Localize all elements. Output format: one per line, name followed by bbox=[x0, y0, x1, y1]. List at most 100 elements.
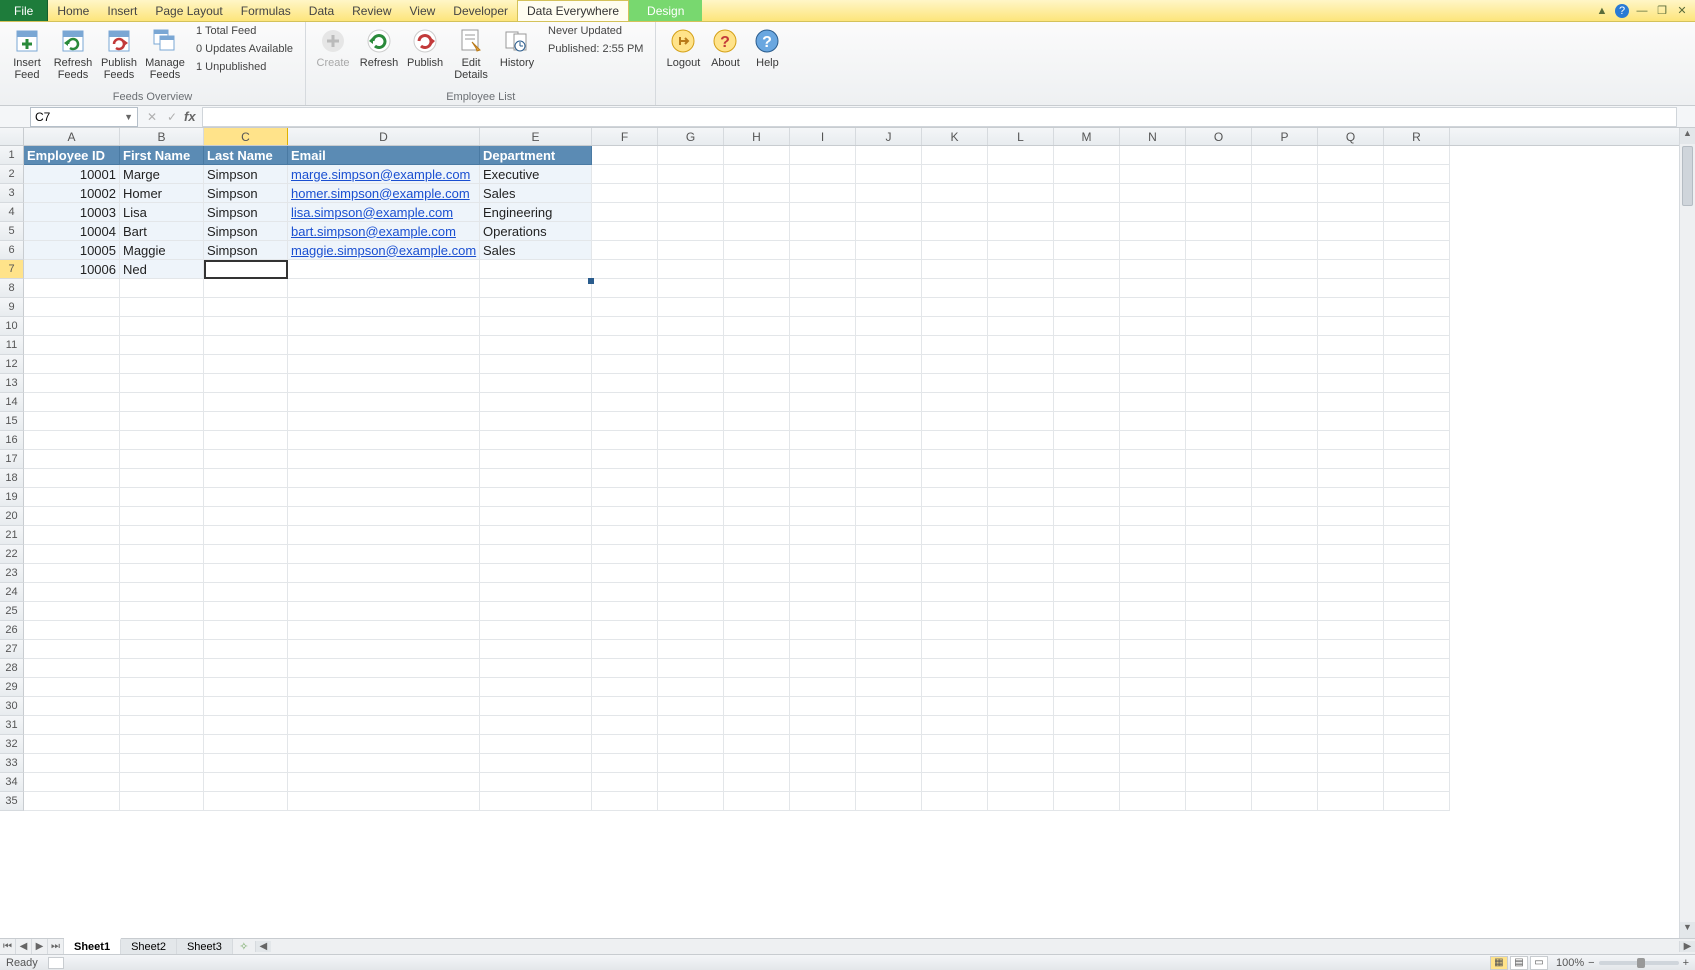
cell-N22[interactable] bbox=[1120, 545, 1186, 564]
cell-D21[interactable] bbox=[288, 526, 480, 545]
about-button[interactable]: ? About bbox=[704, 25, 746, 69]
cell-G4[interactable] bbox=[658, 203, 724, 222]
cell-G20[interactable] bbox=[658, 507, 724, 526]
cell-M32[interactable] bbox=[1054, 735, 1120, 754]
cell-L28[interactable] bbox=[988, 659, 1054, 678]
zoom-in-icon[interactable]: + bbox=[1683, 957, 1689, 969]
column-header-I[interactable]: I bbox=[790, 128, 856, 145]
cell-B6[interactable]: Maggie bbox=[120, 241, 204, 260]
cell-I31[interactable] bbox=[790, 716, 856, 735]
cell-A21[interactable] bbox=[24, 526, 120, 545]
row-header-12[interactable]: 12 bbox=[0, 355, 24, 374]
cell-J4[interactable] bbox=[856, 203, 922, 222]
cell-R19[interactable] bbox=[1384, 488, 1450, 507]
cell-C17[interactable] bbox=[204, 450, 288, 469]
cell-Q5[interactable] bbox=[1318, 222, 1384, 241]
cell-D30[interactable] bbox=[288, 697, 480, 716]
cell-N29[interactable] bbox=[1120, 678, 1186, 697]
cell-C32[interactable] bbox=[204, 735, 288, 754]
cell-L9[interactable] bbox=[988, 298, 1054, 317]
tab-view[interactable]: View bbox=[401, 0, 445, 21]
cell-N25[interactable] bbox=[1120, 602, 1186, 621]
cell-Q29[interactable] bbox=[1318, 678, 1384, 697]
cell-B31[interactable] bbox=[120, 716, 204, 735]
cell-I29[interactable] bbox=[790, 678, 856, 697]
cell-H21[interactable] bbox=[724, 526, 790, 545]
cell-I28[interactable] bbox=[790, 659, 856, 678]
cell-C23[interactable] bbox=[204, 564, 288, 583]
cell-A1[interactable]: Employee ID bbox=[24, 146, 120, 165]
cell-Q27[interactable] bbox=[1318, 640, 1384, 659]
cell-B35[interactable] bbox=[120, 792, 204, 811]
cell-L32[interactable] bbox=[988, 735, 1054, 754]
column-header-A[interactable]: A bbox=[24, 128, 120, 145]
cell-D26[interactable] bbox=[288, 621, 480, 640]
cell-B32[interactable] bbox=[120, 735, 204, 754]
cell-L16[interactable] bbox=[988, 431, 1054, 450]
cell-L20[interactable] bbox=[988, 507, 1054, 526]
cell-D12[interactable] bbox=[288, 355, 480, 374]
cell-J6[interactable] bbox=[856, 241, 922, 260]
cell-I25[interactable] bbox=[790, 602, 856, 621]
cell-Q15[interactable] bbox=[1318, 412, 1384, 431]
cell-R7[interactable] bbox=[1384, 260, 1450, 279]
cell-N34[interactable] bbox=[1120, 773, 1186, 792]
cell-B25[interactable] bbox=[120, 602, 204, 621]
cell-B18[interactable] bbox=[120, 469, 204, 488]
cell-Q13[interactable] bbox=[1318, 374, 1384, 393]
cell-C1[interactable]: Last Name bbox=[204, 146, 288, 165]
cell-E20[interactable] bbox=[480, 507, 592, 526]
cell-B2[interactable]: Marge bbox=[120, 165, 204, 184]
row-header-15[interactable]: 15 bbox=[0, 412, 24, 431]
cell-B30[interactable] bbox=[120, 697, 204, 716]
cell-D22[interactable] bbox=[288, 545, 480, 564]
cell-J27[interactable] bbox=[856, 640, 922, 659]
cell-K9[interactable] bbox=[922, 298, 988, 317]
zoom-level[interactable]: 100% bbox=[1556, 957, 1584, 969]
cell-C10[interactable] bbox=[204, 317, 288, 336]
cell-R10[interactable] bbox=[1384, 317, 1450, 336]
cell-A3[interactable]: 10002 bbox=[24, 184, 120, 203]
cell-E19[interactable] bbox=[480, 488, 592, 507]
cell-D25[interactable] bbox=[288, 602, 480, 621]
cell-D6[interactable]: maggie.simpson@example.com bbox=[288, 241, 480, 260]
cell-B19[interactable] bbox=[120, 488, 204, 507]
cell-P22[interactable] bbox=[1252, 545, 1318, 564]
cell-C19[interactable] bbox=[204, 488, 288, 507]
cell-J26[interactable] bbox=[856, 621, 922, 640]
cell-R4[interactable] bbox=[1384, 203, 1450, 222]
cell-G28[interactable] bbox=[658, 659, 724, 678]
vertical-scrollbar[interactable]: ▲ ▼ bbox=[1679, 128, 1695, 938]
cell-O10[interactable] bbox=[1186, 317, 1252, 336]
cell-C30[interactable] bbox=[204, 697, 288, 716]
view-page-break-icon[interactable]: ▭ bbox=[1530, 956, 1548, 970]
cell-I13[interactable] bbox=[790, 374, 856, 393]
view-page-layout-icon[interactable]: ▤ bbox=[1510, 956, 1528, 970]
cell-E6[interactable]: Sales bbox=[480, 241, 592, 260]
cell-P18[interactable] bbox=[1252, 469, 1318, 488]
cell-H25[interactable] bbox=[724, 602, 790, 621]
cell-N33[interactable] bbox=[1120, 754, 1186, 773]
cell-K21[interactable] bbox=[922, 526, 988, 545]
cell-M29[interactable] bbox=[1054, 678, 1120, 697]
cell-N18[interactable] bbox=[1120, 469, 1186, 488]
cell-P19[interactable] bbox=[1252, 488, 1318, 507]
cell-H16[interactable] bbox=[724, 431, 790, 450]
cell-H23[interactable] bbox=[724, 564, 790, 583]
cell-I30[interactable] bbox=[790, 697, 856, 716]
tab-review[interactable]: Review bbox=[343, 0, 400, 21]
cell-F21[interactable] bbox=[592, 526, 658, 545]
cell-O6[interactable] bbox=[1186, 241, 1252, 260]
sheet-tab-sheet1[interactable]: Sheet1 bbox=[64, 938, 121, 954]
cell-D1[interactable]: Email bbox=[288, 146, 480, 165]
cell-I6[interactable] bbox=[790, 241, 856, 260]
cell-H22[interactable] bbox=[724, 545, 790, 564]
cell-D29[interactable] bbox=[288, 678, 480, 697]
row-header-26[interactable]: 26 bbox=[0, 621, 24, 640]
cell-E27[interactable] bbox=[480, 640, 592, 659]
cell-Q35[interactable] bbox=[1318, 792, 1384, 811]
cell-N7[interactable] bbox=[1120, 260, 1186, 279]
cell-F33[interactable] bbox=[592, 754, 658, 773]
cell-L1[interactable] bbox=[988, 146, 1054, 165]
cell-F28[interactable] bbox=[592, 659, 658, 678]
